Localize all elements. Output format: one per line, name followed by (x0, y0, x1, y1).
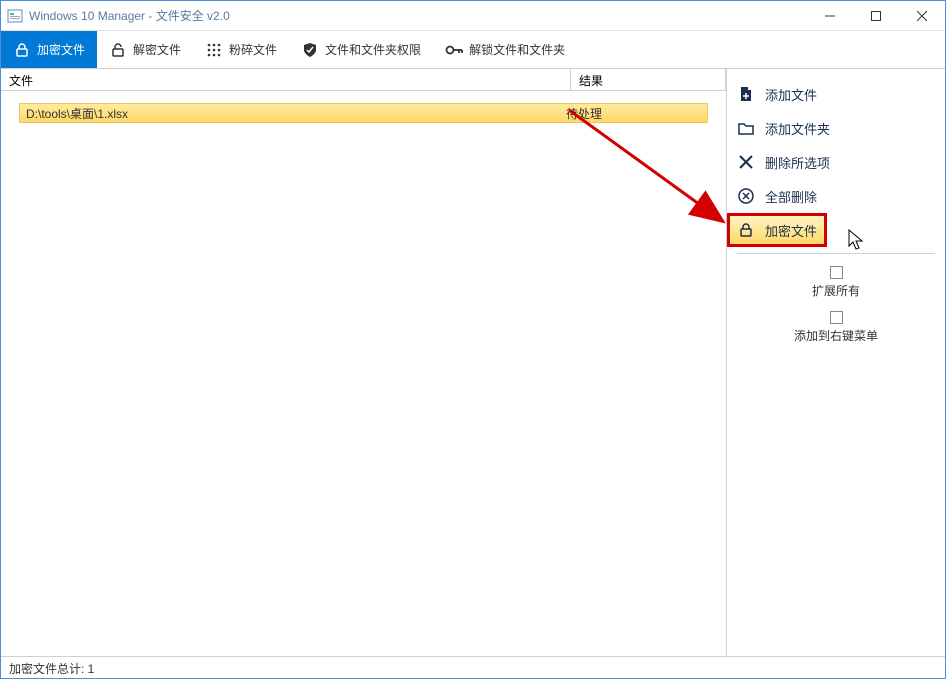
tab-label: 加密文件 (37, 41, 85, 58)
shield-check-icon (301, 41, 319, 59)
x-icon (737, 153, 755, 171)
side-item-label: 加密文件 (765, 221, 817, 240)
grid-icon (205, 41, 223, 59)
key-icon (445, 41, 463, 59)
tab-unlock-files[interactable]: 解锁文件和文件夹 (433, 31, 577, 68)
delete-selected-button[interactable]: 删除所选项 (727, 145, 945, 179)
statusbar: 加密文件总计: 1 (1, 656, 945, 678)
file-panel: 文件 结果 D:\tools\桌面\1.xlsx 待处理 (1, 69, 727, 656)
cell-file-path: D:\tools\桌面\1.xlsx (20, 105, 560, 122)
checkbox-label: 扩展所有 (812, 282, 860, 299)
column-result[interactable]: 结果 (571, 69, 726, 90)
window-controls (807, 1, 945, 30)
encrypt-file-button[interactable]: 加密文件 (727, 213, 827, 247)
status-text: 加密文件总计: 1 (9, 662, 94, 676)
minimize-button[interactable] (807, 1, 853, 30)
titlebar: Windows 10 Manager - 文件安全 v2.0 (1, 1, 945, 31)
tab-encrypt[interactable]: 加密文件 (1, 31, 97, 68)
column-file[interactable]: 文件 (1, 69, 571, 90)
delete-all-button[interactable]: 全部删除 (727, 179, 945, 213)
content-area: 文件 结果 D:\tools\桌面\1.xlsx 待处理 添加文件 (1, 69, 945, 656)
checkbox-icon (830, 266, 843, 279)
side-panel: 添加文件 添加文件夹 删除所选项 (727, 69, 945, 656)
file-list[interactable]: D:\tools\桌面\1.xlsx 待处理 (1, 91, 726, 656)
add-folder-button[interactable]: 添加文件夹 (727, 111, 945, 145)
add-file-button[interactable]: 添加文件 (727, 77, 945, 111)
tab-permissions[interactable]: 文件和文件夹权限 (289, 31, 433, 68)
file-list-header: 文件 结果 (1, 69, 726, 91)
close-button[interactable] (899, 1, 945, 30)
side-item-label: 全部删除 (765, 187, 817, 206)
folder-icon (737, 119, 755, 137)
cell-result: 待处理 (560, 105, 602, 122)
toolbar: 加密文件 解密文件 粉碎文件 文件和文件夹权限 (1, 31, 945, 69)
table-row[interactable]: D:\tools\桌面\1.xlsx 待处理 (19, 103, 708, 123)
expand-all-checkbox[interactable]: 扩展所有 (727, 260, 945, 305)
side-item-label: 删除所选项 (765, 153, 830, 172)
checkbox-icon (830, 311, 843, 324)
divider (737, 253, 935, 254)
app-icon (7, 8, 23, 24)
side-item-label: 添加文件夹 (765, 119, 830, 138)
lock-icon (737, 221, 755, 239)
x-circle-icon (737, 187, 755, 205)
tab-decrypt[interactable]: 解密文件 (97, 31, 193, 68)
window-title: Windows 10 Manager - 文件安全 v2.0 (29, 7, 230, 24)
tab-label: 粉碎文件 (229, 41, 277, 58)
side-item-label: 添加文件 (765, 85, 817, 104)
tab-shred[interactable]: 粉碎文件 (193, 31, 289, 68)
tab-label: 解密文件 (133, 41, 181, 58)
unlock-icon (109, 41, 127, 59)
checkbox-label: 添加到右键菜单 (794, 327, 878, 344)
add-context-menu-checkbox[interactable]: 添加到右键菜单 (727, 305, 945, 350)
tab-label: 文件和文件夹权限 (325, 41, 421, 58)
file-plus-icon (737, 85, 755, 103)
tab-label: 解锁文件和文件夹 (469, 41, 565, 58)
lock-icon (13, 41, 31, 59)
maximize-button[interactable] (853, 1, 899, 30)
